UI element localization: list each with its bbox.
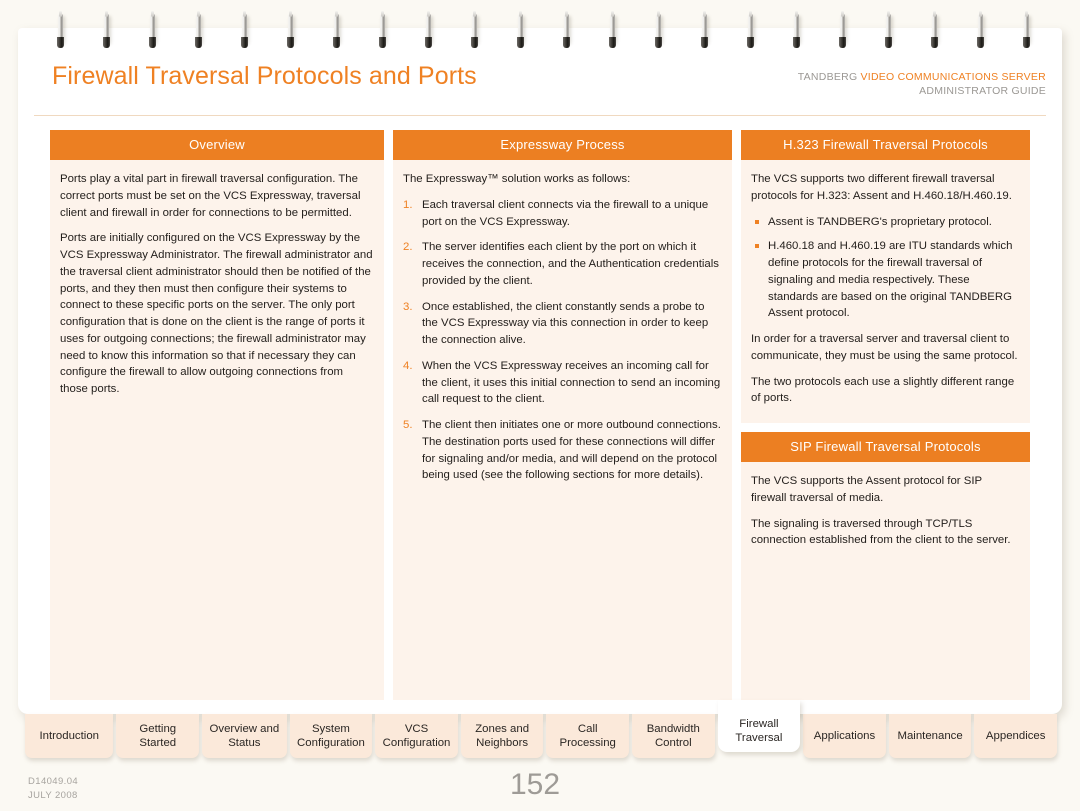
panel-body-sip: The VCS supports the Assent protocol for… (741, 462, 1030, 700)
sip-paragraph-2: The signaling is traversed through TCP/T… (751, 517, 1011, 547)
brand-prefix: TANDBERG (797, 71, 858, 83)
tab-label: Getting Started (139, 722, 177, 749)
binding-ring (977, 11, 984, 48)
binding-ring (885, 11, 892, 48)
content-columns: Overview Ports play a vital part in fire… (50, 130, 1030, 700)
h323-outro-2: The two protocols each use a slightly di… (751, 375, 1015, 405)
panel-heading-sip: SIP Firewall Traversal Protocols (741, 432, 1030, 462)
document-number: D14049.04 (28, 776, 79, 787)
expressway-step-list: Each traversal client connects via the f… (403, 197, 722, 484)
section-tab-system-configuration[interactable]: System Configuration (289, 714, 373, 758)
column-traversal-protocols: H.323 Firewall Traversal Protocols The V… (741, 130, 1030, 700)
binding-ring (287, 11, 294, 48)
binding-ring (1023, 11, 1030, 48)
overview-paragraph-2: Ports are initially configured on the VC… (60, 232, 373, 396)
section-tab-maintenance[interactable]: Maintenance (888, 714, 972, 758)
list-item: The server identifies each client by the… (403, 239, 719, 287)
tab-label: Call Processing (559, 722, 616, 749)
expressway-intro: The Expressway™ solution works as follow… (403, 173, 631, 185)
list-item: Once established, the client constantly … (403, 299, 709, 347)
h323-outro-1: In order for a traversal server and trav… (751, 333, 1018, 362)
document-date: JULY 2008 (28, 789, 78, 801)
brand-line-primary: TANDBERG VIDEO COMMUNICATIONS SERVER (798, 70, 1046, 84)
section-tab-appendices[interactable]: Appendices (974, 714, 1057, 758)
binding-ring (425, 11, 432, 48)
binding-ring (333, 11, 340, 48)
binding-ring (517, 11, 524, 48)
section-tab-bar[interactable]: Introduction Getting Started Overview and … (25, 700, 1060, 760)
brand-block: TANDBERG VIDEO COMMUNICATIONS SERVER ADM… (798, 70, 1046, 98)
section-tab-bandwidth-control[interactable]: Bandwidth Control (632, 714, 715, 758)
page-root: Firewall Traversal Protocols and Ports T… (0, 0, 1080, 811)
binding-ring (57, 11, 64, 48)
tab-label: Overview and Status (209, 722, 280, 749)
spiral-binding (0, 0, 1080, 52)
column-overview: Overview Ports play a vital part in fire… (50, 130, 384, 700)
tab-label: Zones and Neighbors (475, 722, 530, 749)
overview-paragraph-1: Ports play a vital part in firewall trav… (60, 173, 361, 219)
tab-label: Bandwidth Control (646, 722, 700, 749)
binding-ring (793, 11, 800, 48)
binding-ring (149, 11, 156, 48)
list-item: When the VCS Expressway receives an inco… (403, 358, 721, 406)
binding-ring (655, 11, 662, 48)
binding-ring (241, 11, 248, 48)
page-title: Firewall Traversal Protocols and Ports (52, 62, 477, 90)
tab-label: Firewall Traversal (735, 717, 783, 744)
section-tab-vcs-configuration[interactable]: VCS Configuration (375, 714, 458, 758)
binding-ring (931, 11, 938, 48)
footer-document-meta: D14049.04 JULY 2008 (28, 775, 78, 803)
panel-body-expressway: The Expressway™ solution works as follow… (393, 160, 732, 700)
panel-body-overview: Ports play a vital part in firewall trav… (50, 160, 384, 700)
h323-intro: The VCS supports two different firewall … (751, 173, 1012, 202)
page-number: 152 (510, 768, 561, 801)
section-tab-introduction[interactable]: Introduction (25, 714, 114, 758)
binding-ring (609, 11, 616, 48)
binding-ring (701, 11, 708, 48)
section-tab-call-processing[interactable]: Call Processing (546, 714, 630, 758)
column-expressway-process: Expressway Process The Expressway™ solut… (393, 130, 732, 700)
section-tab-zones-and-neighbors[interactable]: Zones and Neighbors (460, 714, 544, 758)
brand-product: VIDEO COMMUNICATIONS SERVER (860, 71, 1046, 83)
section-tab-firewall-traversal[interactable]: Firewall Traversal (717, 700, 801, 752)
h323-bullet-list: Assent is TANDBERG's proprietary protoco… (751, 214, 1020, 323)
tab-label: Introduction (39, 729, 99, 742)
list-item: Assent is TANDBERG's proprietary protoco… (751, 214, 1020, 231)
binding-ring (747, 11, 754, 48)
tab-label: Maintenance (897, 729, 963, 742)
list-item: H.460.18 and H.460.19 are ITU standards … (751, 238, 1020, 322)
binding-ring (563, 11, 570, 48)
document-page: Firewall Traversal Protocols and Ports T… (18, 28, 1062, 714)
panel-heading-h323: H.323 Firewall Traversal Protocols (741, 130, 1030, 160)
tab-label: VCS Configuration (382, 722, 451, 749)
binding-ring (195, 11, 202, 48)
section-tab-overview-and-status[interactable]: Overview and Status (202, 714, 287, 758)
binding-ring (379, 11, 386, 48)
tab-label: Applications (813, 729, 876, 742)
list-item: Each traversal client connects via the f… (403, 197, 709, 228)
panel-heading-expressway: Expressway Process (393, 130, 732, 160)
list-item: The client then initiates one or more ou… (403, 417, 721, 482)
tab-label: Appendices (985, 729, 1046, 742)
section-tab-getting-started[interactable]: Getting Started (116, 714, 200, 758)
sip-paragraph-1: The VCS supports the Assent protocol for… (751, 475, 982, 504)
brand-subtitle: ADMINISTRATOR GUIDE (919, 85, 1046, 98)
panel-body-h323: The VCS supports two different firewall … (741, 160, 1030, 423)
binding-ring (103, 11, 110, 48)
panel-heading-overview: Overview (50, 130, 384, 160)
binding-ring (839, 11, 846, 48)
document-header: Firewall Traversal Protocols and Ports T… (34, 56, 1046, 116)
binding-ring (471, 11, 478, 48)
section-tab-applications[interactable]: Applications (803, 714, 886, 758)
tab-label: System Configuration (297, 722, 365, 749)
